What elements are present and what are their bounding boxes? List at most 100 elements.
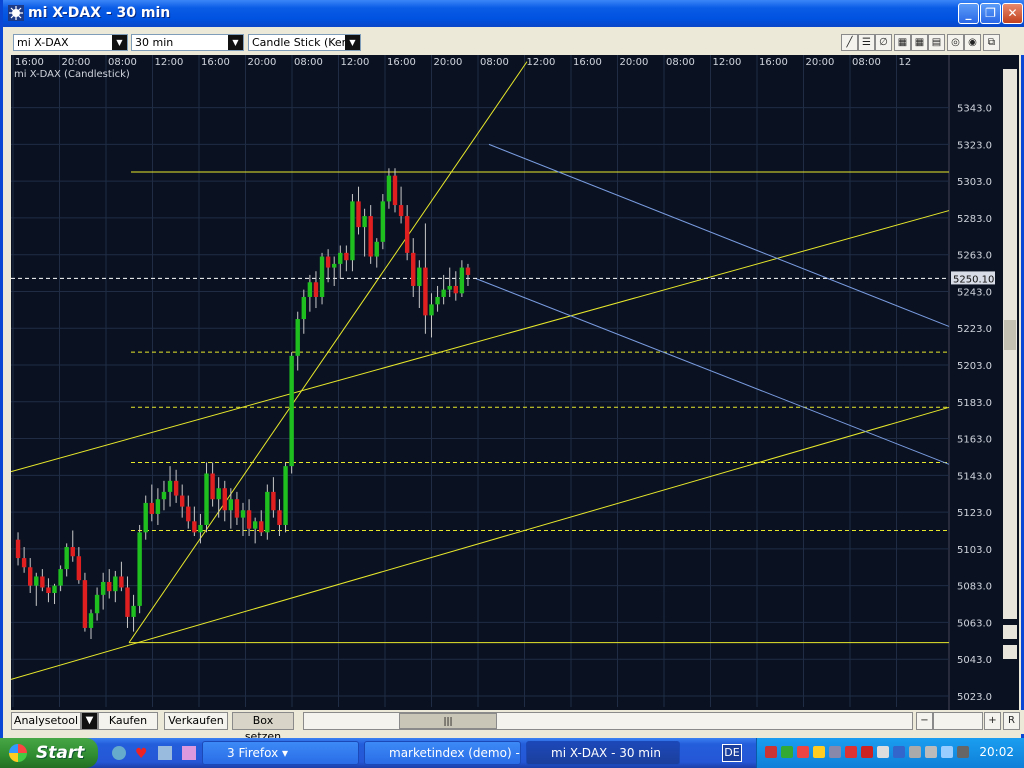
table-icon[interactable]: ▦ — [911, 34, 928, 51]
time-tick-label: 20:00 — [620, 57, 649, 68]
candle-up — [319, 256, 325, 297]
ie-icon[interactable] — [112, 746, 126, 760]
time-tick-label: 12 — [899, 57, 912, 68]
candle-up — [435, 296, 440, 305]
time-tick-label: 20:00 — [434, 57, 463, 68]
clock[interactable]: 20:02 — [979, 745, 1014, 759]
candle-down — [259, 521, 264, 533]
system-tray: 20:02 — [756, 738, 1024, 768]
interval-select[interactable]: 30 min ▼ — [131, 34, 244, 51]
tray-icon[interactable] — [893, 746, 905, 758]
candle-up — [216, 488, 221, 500]
taskbar-marketindex[interactable]: marketindex (demo) -... — [364, 741, 521, 765]
candle-down — [277, 510, 282, 525]
time-tick-label: 12:00 — [713, 57, 742, 68]
tray-icon[interactable] — [909, 746, 921, 758]
candle-down — [125, 587, 130, 617]
zoom-out-icon[interactable]: − — [916, 712, 933, 730]
price-tick-label: 5123.0 — [957, 508, 992, 519]
fibonacci-icon[interactable]: ∅ — [875, 34, 892, 51]
candle-down — [70, 547, 75, 557]
zoom-in-icon[interactable]: + — [984, 712, 1001, 730]
grid-icon[interactable]: ▦ — [894, 34, 911, 51]
candle-up — [380, 201, 386, 242]
sell-button[interactable]: Verkaufen — [164, 712, 228, 730]
tray-icon[interactable] — [877, 746, 889, 758]
candle-up — [362, 216, 367, 228]
price-tick-label: 5143.0 — [957, 471, 992, 482]
horizontal-scrollbar[interactable]: ||| — [303, 712, 913, 730]
security-icon[interactable] — [861, 746, 873, 758]
reset-zoom-button[interactable]: R — [1003, 712, 1020, 730]
horizontal-lines-icon[interactable]: ☰ — [858, 34, 875, 51]
candle-down — [325, 256, 331, 268]
time-tick-label: 08:00 — [666, 57, 695, 68]
desktop-quicklaunch-icon[interactable] — [182, 746, 196, 760]
title-bar[interactable]: mi X-DAX - 30 min _ ❐ ✕ — [3, 0, 1024, 27]
chart-type-select-value: Candle Stick (Kerze — [252, 36, 359, 49]
candle-up — [441, 289, 446, 297]
set-box-button[interactable]: Box setzen — [232, 712, 294, 743]
chart-type-select[interactable]: Candle Stick (Kerze ▼ — [248, 34, 361, 51]
shield-icon[interactable] — [813, 746, 825, 758]
candle-up — [289, 355, 294, 467]
tray-icon[interactable] — [957, 746, 969, 758]
candle-up — [301, 296, 306, 320]
candle-down — [173, 480, 179, 496]
network-icon[interactable] — [781, 746, 793, 758]
tray-icon[interactable] — [941, 746, 953, 758]
candle-up — [332, 263, 337, 268]
chevron-down-icon[interactable]: ▼ — [81, 712, 98, 730]
taskbar-firefox[interactable]: 3 Firefox ▾ — [202, 741, 359, 765]
zoom-minus-icon — [1003, 645, 1017, 659]
candle-down — [313, 282, 319, 297]
tray-icon[interactable] — [765, 746, 777, 758]
candlestick-chart[interactable]: 5343.0 5323.0 5303.0 5283.0 5263.0 5243.0 5223… — [11, 55, 1019, 710]
candle-down — [411, 252, 416, 286]
candle-down — [186, 506, 191, 522]
candle-up — [338, 252, 343, 264]
candle-up — [350, 201, 355, 261]
draw-line-icon[interactable]: ╱ — [841, 34, 858, 51]
target-icon[interactable]: ◉ — [964, 34, 981, 51]
scrollbar-thumb[interactable]: ||| — [399, 713, 497, 729]
price-tick-label: 5063.0 — [957, 618, 992, 629]
buy-button[interactable]: Kaufen — [98, 712, 158, 730]
volume-icon[interactable] — [829, 746, 841, 758]
candle-down — [344, 252, 349, 261]
bottom-toolbar: Analysetool ▼ Kaufen Verkaufen Box setze… — [6, 710, 1024, 743]
chart-area[interactable]: 5343.0 5323.0 5303.0 5283.0 5263.0 5243.0 5223… — [11, 55, 1019, 710]
tray-icon[interactable] — [845, 746, 857, 758]
time-tick-label: 08:00 — [852, 57, 881, 68]
analysis-tool-select[interactable]: Analysetool — [11, 712, 81, 730]
candle-down — [192, 521, 197, 533]
heart-icon[interactable]: ♥ — [135, 746, 148, 762]
window-title: mi X-DAX - 30 min — [28, 5, 171, 21]
candle-up — [155, 499, 161, 514]
language-indicator[interactable]: DE — [722, 744, 742, 762]
candle-down — [210, 473, 215, 500]
app-quicklaunch-icon[interactable] — [158, 746, 172, 760]
chart-label: mi X-DAX (Candlestick) — [14, 69, 130, 80]
symbol-select-value: mi X-DAX — [17, 36, 69, 49]
taskbar-xdax[interactable]: mi X-DAX - 30 min — [526, 741, 680, 765]
close-button[interactable]: ✕ — [1002, 3, 1023, 24]
candle-down — [149, 502, 154, 514]
minimize-button[interactable]: _ — [958, 3, 979, 24]
chevron-down-icon[interactable]: ▼ — [228, 35, 243, 50]
symbol-select[interactable]: mi X-DAX ▼ — [13, 34, 128, 51]
candle-up — [52, 585, 57, 594]
chevron-down-icon[interactable]: ▼ — [345, 35, 360, 50]
application-window: mi X-DAX - 30 min _ ❐ ✕ mi X-DAX ▼ 30 min… — [0, 0, 1024, 743]
list-icon[interactable]: ▤ — [928, 34, 945, 51]
restore-button[interactable]: ❐ — [980, 3, 1001, 24]
tray-icon[interactable] — [797, 746, 809, 758]
maximize-chart-icon[interactable]: ⧉ — [983, 34, 1000, 51]
price-tick-label: 5243.0 — [957, 287, 992, 298]
settings-icon[interactable]: ◎ — [947, 34, 964, 51]
candle-up — [64, 547, 69, 570]
zoom-slider[interactable] — [933, 712, 983, 730]
chevron-down-icon[interactable]: ▼ — [112, 35, 127, 50]
tray-icon[interactable] — [925, 746, 937, 758]
candle-down — [40, 576, 45, 588]
